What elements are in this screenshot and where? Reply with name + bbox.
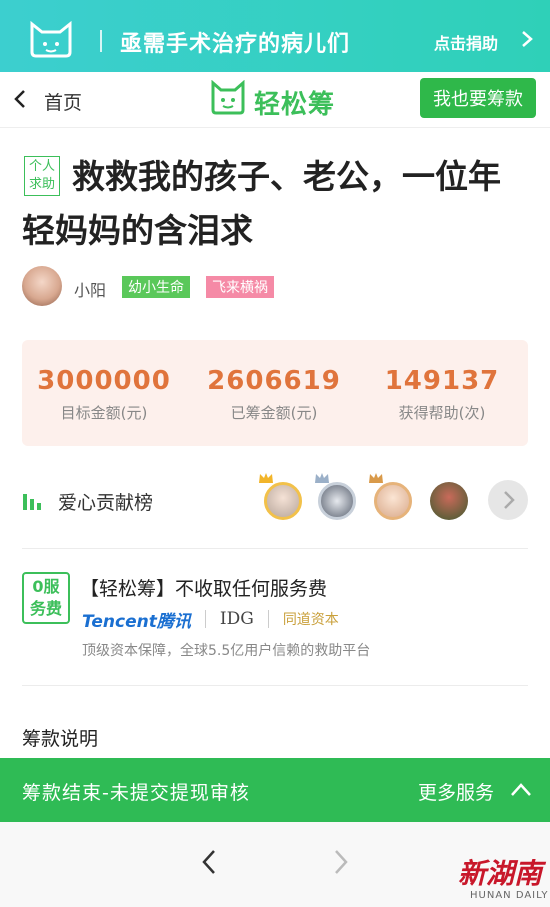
fundraising-status: 筹款结束-未提交提现审核 [22,782,250,804]
author-name: 小阳 [74,281,107,300]
nav-bar: 首页 轻松筹 我也要筹款 [0,72,550,128]
start-fundraiser-button[interactable]: 我也要筹款 [420,78,536,118]
fee-tag-line-2: 务费 [29,599,62,618]
partner-tongdao: 同道资本 [282,612,339,628]
donor-avatar[interactable] [264,482,302,520]
partner-divider [267,610,269,628]
status-bar: 筹款结束-未提交提现审核 更多服务 [0,758,550,822]
avatar[interactable] [22,266,62,306]
stat-helps-value: 149137 [384,366,500,396]
donor-avatar[interactable] [374,482,412,520]
chevron-right-icon [522,31,533,47]
donate-link[interactable]: 点击捐助 [434,30,498,54]
badge-young-life: 幼小生命 [122,276,190,298]
top-banner[interactable]: 亟需手术治疗的病儿们 点击捐助 [0,0,550,72]
partner-logos: Tencent腾讯 IDG 同道资本 [82,606,339,632]
fee-tag-line-1: 0服 [32,577,60,596]
home-link[interactable]: 首页 [44,88,82,115]
back-icon[interactable] [10,88,30,110]
donor-avatar[interactable] [318,482,356,520]
cat-logo-icon [30,20,72,58]
chevron-up-icon[interactable] [510,780,532,798]
banner-divider [100,30,102,52]
fundraising-explanation-heading[interactable]: 筹款说明 [22,724,98,751]
stat-raised: 2606619 已筹金额(元) [194,366,354,423]
partner-tencent: Tencent腾讯 [82,611,191,632]
more-donors-button[interactable] [488,480,528,520]
service-description: 顶级资本保障，全球5.5亿用户信赖的救助平台 [82,643,371,659]
stats-panel: 3000000 目标金额(元) 2606619 已筹金额(元) 149137 获… [22,340,528,446]
divider [22,548,528,549]
tag-line-2: 求助 [28,177,55,192]
brand-name: 轻松筹 [254,90,336,120]
crown-icon [259,473,273,483]
zero-fee-tag: 0服 务费 [22,572,70,624]
browser-back-icon[interactable] [198,848,220,876]
tag-line-1: 个人 [28,159,55,174]
stat-raised-value: 2606619 [207,366,341,396]
chevron-right-icon [504,491,515,509]
service-fee-title: 【轻松筹】不收取任何服务费 [80,578,328,600]
stat-target: 3000000 目标金额(元) [24,366,184,423]
bar-chart-icon [23,494,41,510]
stat-raised-label: 已筹金额(元) [230,404,318,422]
stat-helps: 149137 获得帮助(次) [362,366,522,423]
stat-target-value: 3000000 [37,366,171,396]
love-board-label[interactable]: 爱心贡献榜 [58,488,153,515]
brand-logo-icon [211,80,245,115]
badge-accident: 飞来横祸 [206,276,274,298]
stat-helps-label: 获得帮助(次) [398,404,486,422]
more-services-button[interactable]: 更多服务 [418,778,494,805]
banner-title: 亟需手术治疗的病儿们 [120,32,351,57]
crown-icon [315,473,329,483]
stat-target-label: 目标金额(元) [60,404,148,422]
campaign-title: 救救我的孩子、老公，一位年轻妈妈的含泪求 [22,157,501,250]
watermark-english: HUNAN DAILY [470,890,549,901]
crown-icon [369,473,383,483]
donor-avatar[interactable] [430,482,468,520]
divider [22,685,528,686]
watermark-logo: 新湖南 [458,857,543,890]
partner-idg: IDG [219,609,254,629]
partner-divider [204,610,206,628]
browser-forward-icon[interactable] [330,848,352,876]
personal-help-tag: 个人 求助 [24,156,60,196]
